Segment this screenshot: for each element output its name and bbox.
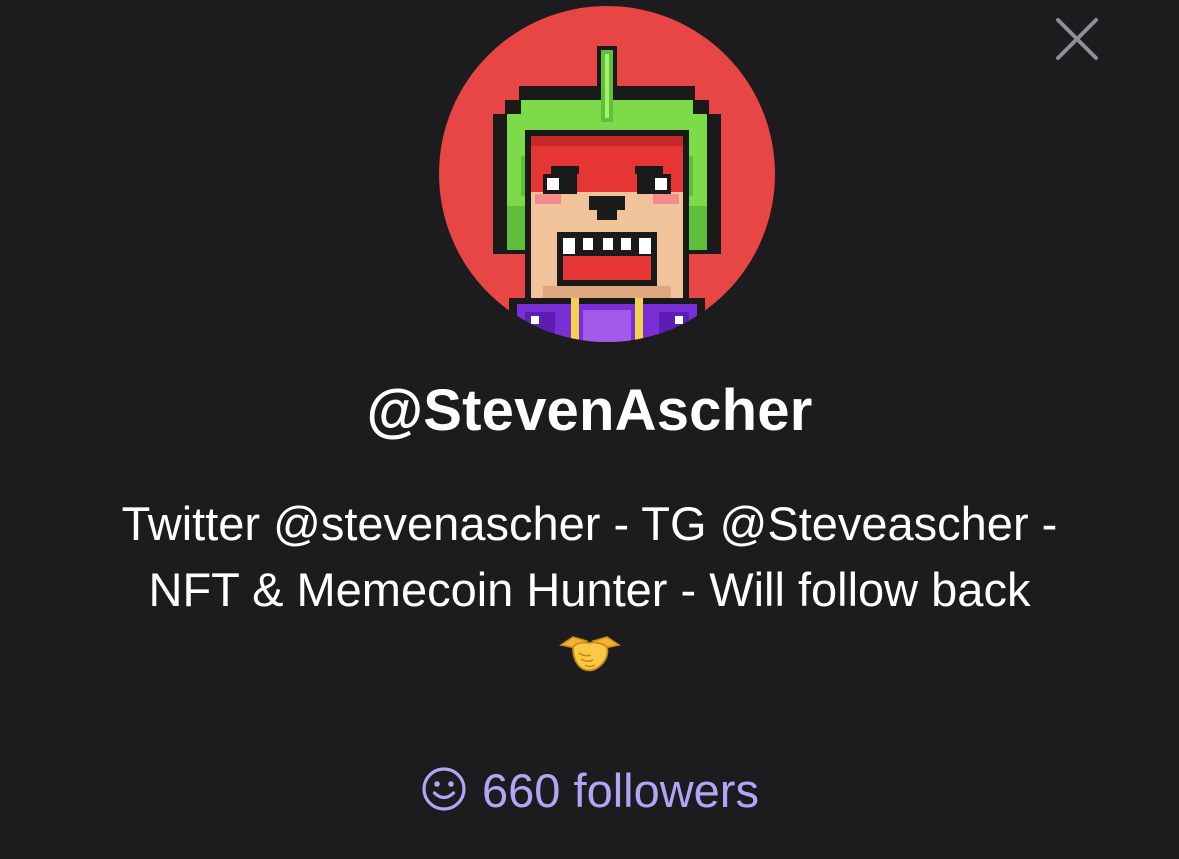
profile-bio: Twitter @stevenascher - TG @Steveascher … [60, 491, 1119, 679]
followers-link[interactable]: 660 followers [0, 760, 1179, 822]
pixel-character-avatar-image [493, 46, 721, 342]
handshake-icon [558, 636, 621, 672]
profile-username: @StevenAscher [366, 378, 813, 443]
followers-count: 660 followers [482, 764, 759, 817]
bio-line-1: Twitter @stevenascher - TG @Steveascher … [121, 497, 1058, 550]
close-button[interactable] [1052, 14, 1102, 64]
avatar[interactable] [439, 6, 775, 342]
bio-line-2: NFT & Memecoin Hunter - Will follow back [148, 563, 1031, 616]
close-icon [1056, 18, 1098, 60]
smile-icon [422, 767, 466, 811]
